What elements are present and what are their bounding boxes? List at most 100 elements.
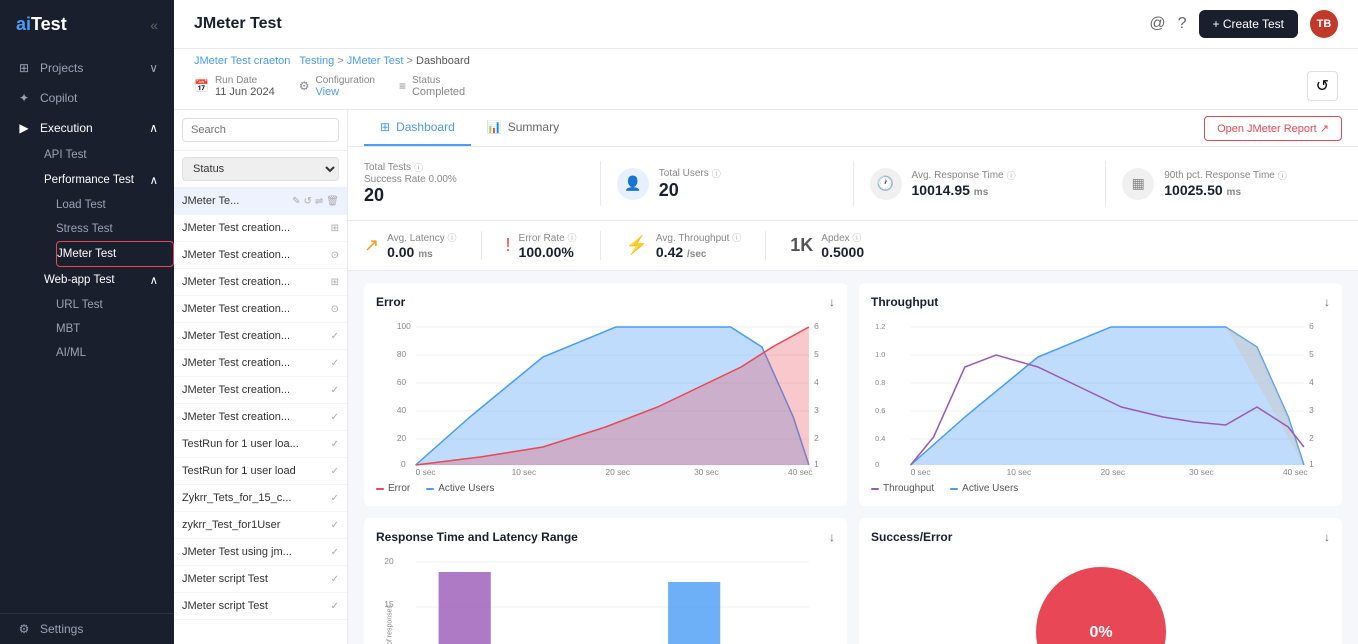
tab-label: Dashboard [396,120,455,134]
test-list-item[interactable]: JMeter Test creation...✓ [174,323,347,350]
error-chart-download[interactable]: ↓ [829,295,835,309]
mention-icon-btn[interactable]: @ [1149,15,1165,33]
refresh-button[interactable]: ↺ [1307,71,1338,101]
sidebar-item-url-test[interactable]: URL Test [56,293,174,317]
test-list-item[interactable]: JMeter Test creation...⊙ [174,296,347,323]
test-list-item[interactable]: JMeter Test creation...⊞ [174,269,347,296]
sidebar-item-stress-test[interactable]: Stress Test [56,217,174,241]
test-list-item[interactable]: Zykrr_Tets_for_15_c...✓ [174,485,347,512]
test-list-item[interactable]: JMeter Test creation...✓ [174,404,347,431]
sidebar-item-label: Load Test [56,199,106,211]
test-list-item[interactable]: JMeter Test creation...✓ [174,350,347,377]
total-users-value: 20 [659,180,721,201]
tab-dashboard[interactable]: ⊞ Dashboard [364,110,471,146]
execution-submenu: API Test Performance Test ∧ Load Test St… [0,143,174,365]
test-item-name: TestRun for 1 user load [182,465,331,477]
sidebar-item-web-app-test[interactable]: Web-app Test ∧ [28,267,174,293]
test-list-item[interactable]: JMeter Test using jm...✓ [174,539,347,566]
sidebar-item-jmeter-test[interactable]: JMeter Test [56,241,174,267]
legend-throughput: Throughput [871,483,934,494]
sidebar-nav: ⊞ Projects ∨ ✦ Copilot ▶ Execution ∧ API… [0,49,174,369]
svg-text:3: 3 [1309,406,1314,415]
sidebar-item-projects[interactable]: ⊞ Projects ∨ [0,53,174,83]
tab-summary[interactable]: 📊 Summary [471,110,575,146]
open-jmeter-report-button[interactable]: Open JMeter Report ↗ [1204,116,1342,141]
test-list-item[interactable]: JMeter script Test✓ [174,593,347,620]
active-users-legend-label: Active Users [438,483,494,494]
svg-text:6: 6 [814,322,819,331]
test-list-item[interactable]: TestRun for 1 user load✓ [174,458,347,485]
error-rate-value: 100.00% [519,244,577,260]
status-select[interactable]: Status [182,157,339,181]
test-item-name: TestRun for 1 user loa... [182,438,331,450]
create-test-button[interactable]: + Create Test [1199,10,1298,38]
collapse-icon[interactable]: « [150,17,158,33]
search-input[interactable] [182,118,339,142]
success-error-chart-area: 0% [871,552,1330,644]
stats-row-1: Total Tests ⓘ Success Rate 0.00% 20 👤 To… [348,147,1358,221]
response-time-chart-title: Response Time and Latency Range ↓ [376,530,835,544]
configuration-value[interactable]: View [315,86,374,98]
status-filter: Status [174,151,347,188]
sidebar-item-load-test[interactable]: Load Test [56,193,174,217]
active-users-legend-dot [426,488,434,490]
sidebar-item-settings[interactable]: ⚙ Settings [0,613,174,644]
test-item-name: JMeter Test using jm... [182,546,331,558]
breadcrumb-jmeter[interactable]: JMeter Test [347,55,404,67]
test-list-item[interactable]: JMeter script Test✓ [174,566,347,593]
response-time-chart-area: 20 15 10 0 of responses [376,552,835,644]
test-item-name: JMeter Test creation... [182,303,331,315]
svg-text:40 sec: 40 sec [788,468,813,477]
sidebar-item-api-test[interactable]: API Test [28,143,174,167]
config-icon: ⚙ [299,79,310,93]
test-item-name: JMeter Test creation... [182,411,331,423]
status-item: ≡ Status Completed [399,75,465,98]
sidebar-item-label: Performance Test [44,174,134,186]
svg-text:0 sec: 0 sec [416,468,436,477]
error-legend-label: Error [388,483,410,494]
help-icon-btn[interactable]: ? [1178,15,1187,33]
sidebar-item-ai-ml[interactable]: AI/ML [56,341,174,365]
test-item-name: JMeter Test creation... [182,357,331,369]
test-list-item[interactable]: JMeter Test creation...⊙ [174,242,347,269]
svg-text:0.6: 0.6 [875,407,885,415]
success-error-download[interactable]: ↓ [1324,530,1330,544]
apdex-label: Apdex [821,233,849,244]
svg-text:100: 100 [397,322,411,331]
svg-text:10 sec: 10 sec [512,468,537,477]
avg-throughput-value: 0.42 /sec [656,244,741,260]
avg-latency-value: 0.00 ms [387,244,456,260]
main-content: JMeter Test @ ? + Create Test TB JMeter … [174,0,1358,644]
users-icon: 👤 [617,168,649,200]
sidebar-item-execution[interactable]: ▶ Execution ∧ [0,113,174,143]
sidebar-item-copilot[interactable]: ✦ Copilot [0,83,174,113]
test-list: JMeter Te...✎↺⇌🗑JMeter Test creation...⊞… [174,188,347,620]
svg-text:3: 3 [814,406,819,415]
stat-avg-throughput: ⚡ Avg. Throughput ⓘ 0.42 /sec [625,231,741,260]
test-list-item[interactable]: JMeter Test creation...✓ [174,377,347,404]
test-list-item[interactable]: JMeter Test creation...⊞ [174,215,347,242]
svg-text:0%: 0% [1089,624,1112,641]
response-time-download[interactable]: ↓ [829,530,835,544]
test-list-item[interactable]: zykrr_Test_for1User✓ [174,512,347,539]
throughput-chart-download[interactable]: ↓ [1324,295,1330,309]
throughput-chart-svg: 1.2 1.0 0.8 0.6 0.4 0 6 5 4 3 2 [871,317,1330,477]
run-date-value: 11 Jun 2024 [215,86,275,98]
charts-grid: Error ↓ 100 80 60 40 20 0 [348,271,1358,644]
response-time-svg: 20 15 10 0 of responses [376,552,835,644]
chevron-down-icon: ∧ [150,173,158,187]
svg-text:20: 20 [397,434,407,443]
logo: aiTest [16,14,67,35]
throughput-chart-title: Throughput ↓ [871,295,1330,309]
test-list-item[interactable]: TestRun for 1 user loa...✓ [174,431,347,458]
success-error-chart-card: Success/Error ↓ 0% [859,518,1342,644]
status-icon: ≡ [399,79,406,93]
sidebar-item-mbt[interactable]: MBT [56,317,174,341]
sidebar-item-label: Copilot [40,91,77,105]
breadcrumb-testing[interactable]: Testing [299,55,334,67]
svg-text:20: 20 [384,557,394,566]
sidebar-item-performance-test[interactable]: Performance Test ∧ [28,167,174,193]
avatar: TB [1310,10,1338,38]
error-chart-svg: 100 80 60 40 20 0 6 5 4 3 2 1 [376,317,835,477]
test-list-item[interactable]: JMeter Te...✎↺⇌🗑 [174,188,347,215]
